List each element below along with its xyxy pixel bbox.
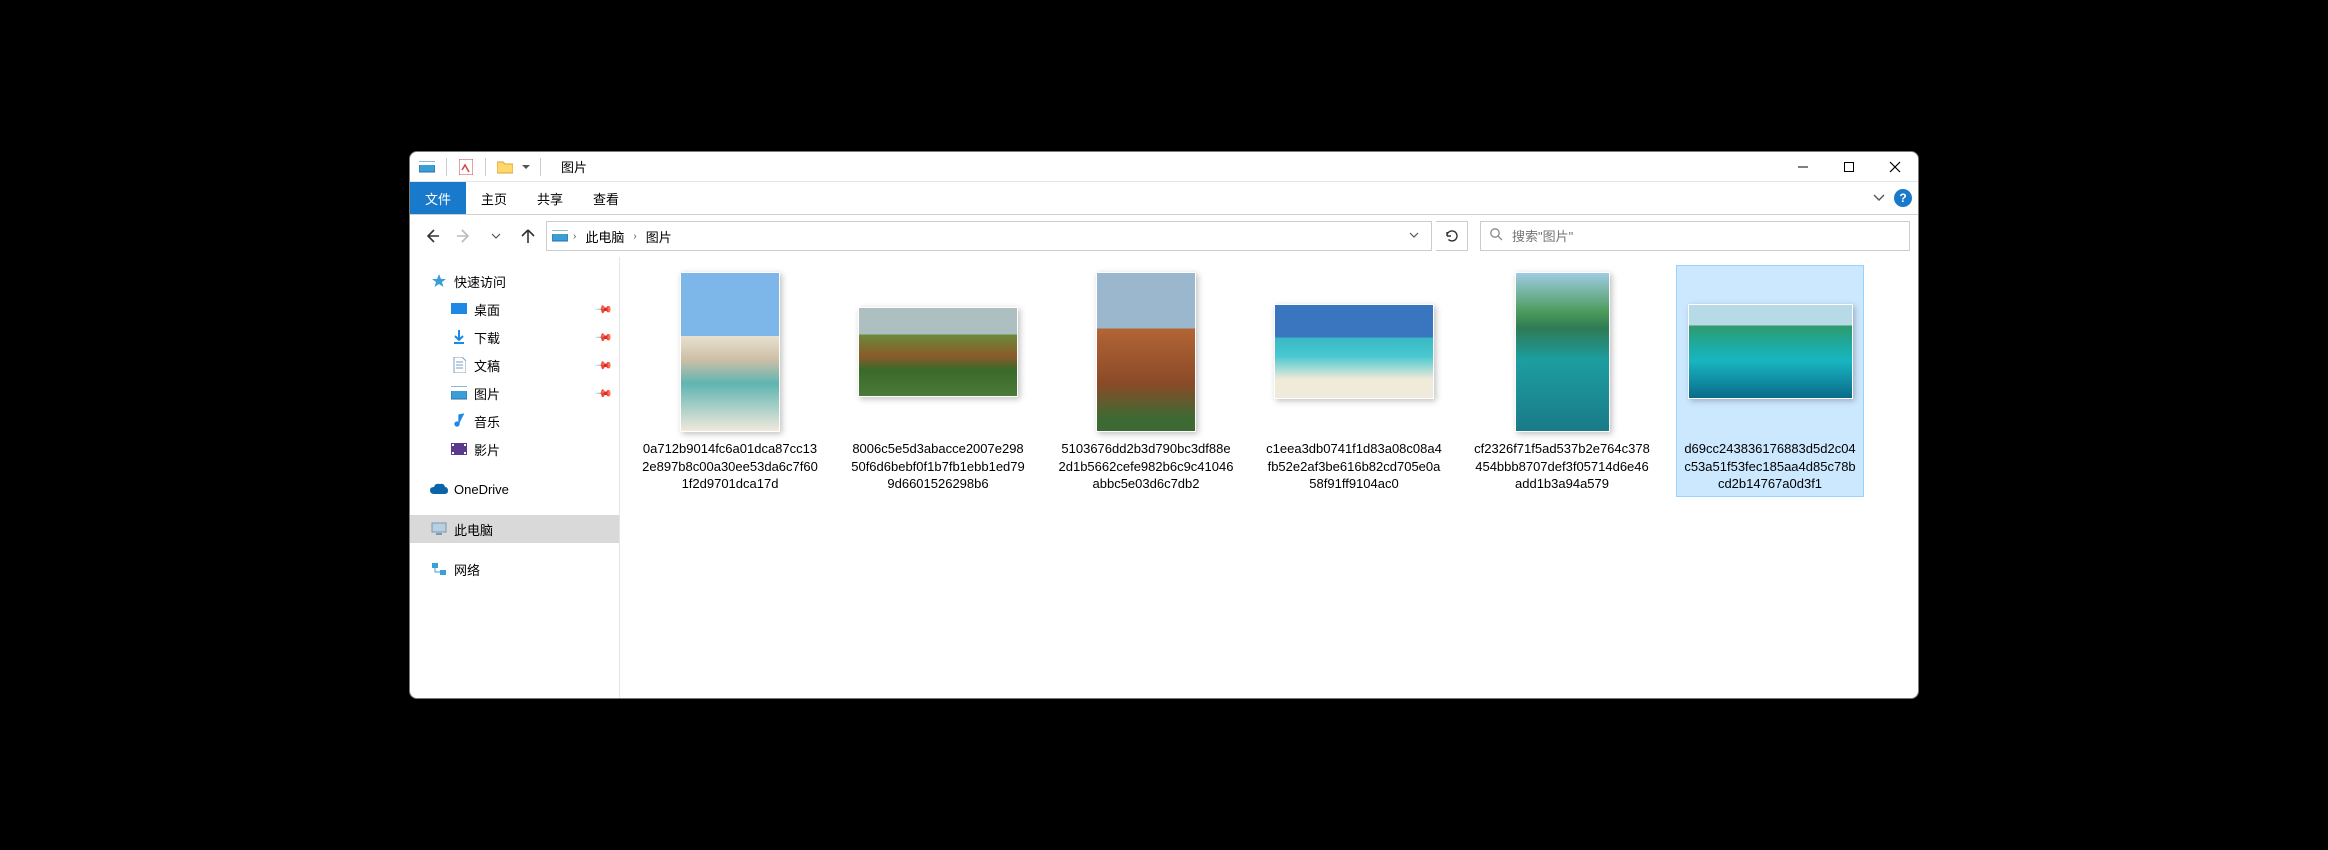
thumbnail (680, 269, 780, 434)
titlebar: 图片 (410, 152, 1918, 182)
onedrive-icon (430, 480, 448, 498)
breadcrumb-segment[interactable]: 此电脑 (580, 227, 629, 246)
file-name: c1eea3db0741f1d83a08c08a4fb52e2af3be616b… (1264, 440, 1444, 493)
sidebar-item-label: 影片 (474, 440, 500, 459)
pictures-icon (450, 384, 468, 402)
sidebar-item-label: 音乐 (474, 412, 500, 431)
thumbnail (1515, 269, 1610, 434)
thumbnail (1096, 269, 1196, 434)
refresh-button[interactable] (1436, 221, 1468, 251)
music-icon (450, 412, 468, 430)
sidebar: 快速访问 桌面 📌 下载 📌 文稿 📌 图片 📌 (410, 257, 620, 698)
pin-icon: 📌 (595, 356, 614, 375)
ribbon-tab-home[interactable]: 主页 (466, 182, 522, 214)
nav-back-button[interactable] (418, 222, 446, 250)
file-name: 0a712b9014fc6a01dca87cc132e897b8c00a30ee… (640, 440, 820, 493)
desktop-icon (450, 300, 468, 318)
video-icon (450, 440, 468, 458)
ribbon: 文件 主页 共享 查看 ? (410, 182, 1918, 215)
divider (540, 158, 541, 176)
minimize-button[interactable] (1780, 152, 1826, 181)
file-name: cf2326f71f5ad537b2e764c378454bbb8707def3… (1472, 440, 1652, 493)
ribbon-expand-icon[interactable] (1872, 190, 1886, 207)
divider (485, 158, 486, 176)
computer-icon (430, 520, 448, 538)
sidebar-item-documents[interactable]: 文稿 📌 (410, 351, 619, 379)
sidebar-item-label: 快速访问 (454, 272, 506, 291)
nav-forward-button[interactable] (450, 222, 478, 250)
sidebar-item-music[interactable]: 音乐 (410, 407, 619, 435)
sidebar-item-label: OneDrive (454, 482, 509, 497)
pin-icon: 📌 (595, 300, 614, 319)
sidebar-item-label: 此电脑 (454, 520, 493, 539)
content-pane[interactable]: 0a712b9014fc6a01dca87cc132e897b8c00a30ee… (620, 257, 1918, 698)
chevron-right-icon[interactable]: › (573, 231, 576, 242)
sidebar-this-pc[interactable]: 此电脑 (410, 515, 619, 543)
search-input[interactable] (1512, 229, 1901, 244)
ribbon-tab-file[interactable]: 文件 (410, 182, 466, 214)
app-icon (418, 158, 436, 176)
close-button[interactable] (1872, 152, 1918, 181)
explorer-window: 图片 文件 主页 共享 查看 ? (409, 151, 1919, 699)
sidebar-onedrive[interactable]: OneDrive (410, 475, 619, 503)
body: 快速访问 桌面 📌 下载 📌 文稿 📌 图片 📌 (410, 257, 1918, 698)
chevron-right-icon[interactable]: › (633, 231, 636, 242)
help-icon[interactable]: ? (1894, 189, 1912, 207)
pin-icon: 📌 (595, 384, 614, 403)
maximize-button[interactable] (1826, 152, 1872, 181)
file-item[interactable]: 8006c5e5d3abacce2007e29850f6d6bebf0f1b7f… (848, 269, 1028, 493)
search-icon (1489, 227, 1504, 245)
ribbon-tab-share[interactable]: 共享 (522, 182, 578, 214)
divider (446, 158, 447, 176)
address-bar[interactable]: › 此电脑 › 图片 (546, 221, 1432, 251)
sidebar-item-label: 文稿 (474, 356, 500, 375)
navbar: › 此电脑 › 图片 (410, 215, 1918, 257)
sidebar-quick-access[interactable]: 快速访问 (410, 267, 619, 295)
pin-icon: 📌 (595, 328, 614, 347)
download-icon (450, 328, 468, 346)
network-icon (430, 560, 448, 578)
sidebar-item-videos[interactable]: 影片 (410, 435, 619, 463)
ribbon-tab-view[interactable]: 查看 (578, 182, 634, 214)
properties-qat-icon[interactable] (457, 158, 475, 176)
thumbnail (1274, 269, 1434, 434)
file-name: d69cc243836176883d5d2c04c53a51f53fec185a… (1680, 440, 1860, 493)
document-icon (450, 356, 468, 374)
qat-dropdown-icon[interactable] (522, 165, 530, 169)
file-name: 8006c5e5d3abacce2007e29850f6d6bebf0f1b7f… (848, 440, 1028, 493)
file-item[interactable]: c1eea3db0741f1d83a08c08a4fb52e2af3be616b… (1264, 269, 1444, 493)
quick-access-toolbar: 图片 (410, 157, 587, 176)
sidebar-network[interactable]: 网络 (410, 555, 619, 583)
sidebar-item-label: 图片 (474, 384, 500, 403)
star-icon (430, 272, 448, 290)
location-icon (551, 227, 569, 245)
sidebar-item-label: 桌面 (474, 300, 500, 319)
file-item[interactable]: d69cc243836176883d5d2c04c53a51f53fec185a… (1676, 265, 1864, 497)
sidebar-item-desktop[interactable]: 桌面 📌 (410, 295, 619, 323)
nav-history-dropdown[interactable] (482, 222, 510, 250)
file-name: 5103676dd2b3d790bc3df88e2d1b5662cefe982b… (1056, 440, 1236, 493)
file-item[interactable]: 5103676dd2b3d790bc3df88e2d1b5662cefe982b… (1056, 269, 1236, 493)
nav-up-button[interactable] (514, 222, 542, 250)
window-controls (1780, 152, 1918, 181)
sidebar-item-label: 下载 (474, 328, 500, 347)
thumbnail (1688, 269, 1853, 434)
file-item[interactable]: cf2326f71f5ad537b2e764c378454bbb8707def3… (1472, 269, 1652, 493)
window-title: 图片 (561, 157, 587, 176)
search-bar[interactable] (1480, 221, 1910, 251)
sidebar-item-downloads[interactable]: 下载 📌 (410, 323, 619, 351)
sidebar-item-pictures[interactable]: 图片 📌 (410, 379, 619, 407)
file-item[interactable]: 0a712b9014fc6a01dca87cc132e897b8c00a30ee… (640, 269, 820, 493)
folder-qat-icon[interactable] (496, 158, 514, 176)
sidebar-item-label: 网络 (454, 560, 480, 579)
thumbnail (858, 269, 1018, 434)
address-dropdown-icon[interactable] (1401, 229, 1427, 243)
breadcrumb-segment[interactable]: 图片 (641, 227, 677, 246)
